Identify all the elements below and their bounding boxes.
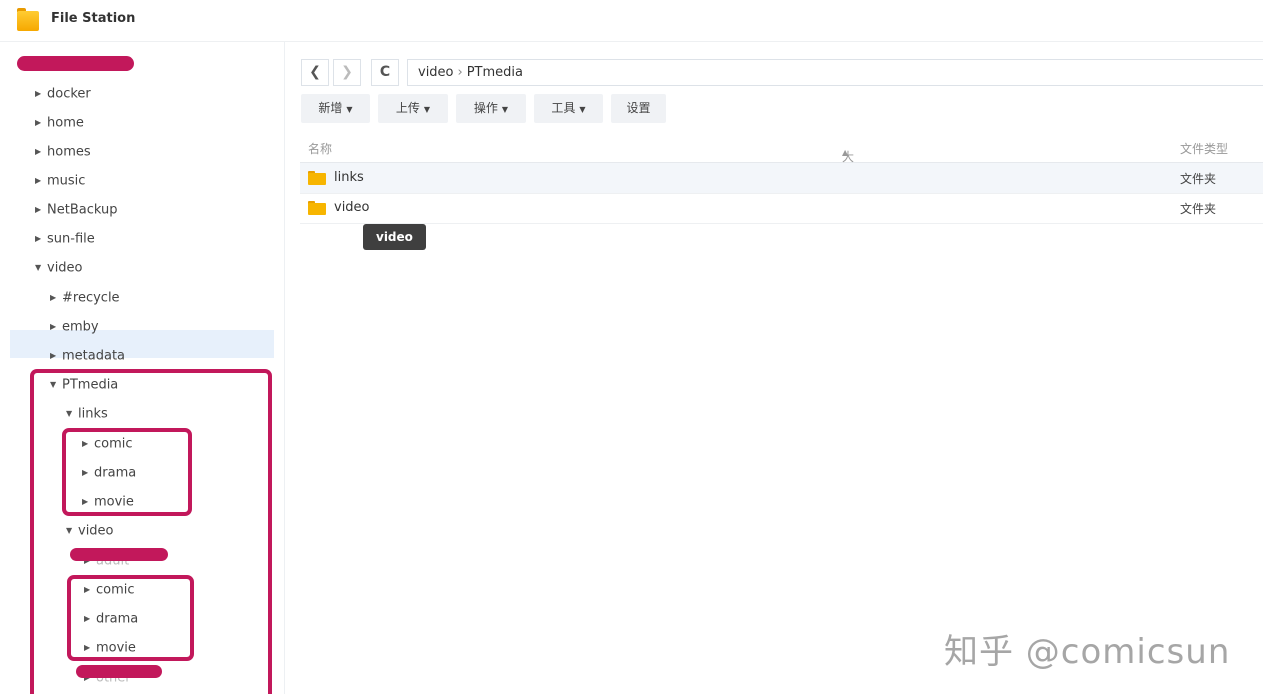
chevron-left-icon: ❮ xyxy=(309,64,321,80)
file-row-links[interactable]: links 文件夹 xyxy=(300,163,1263,194)
caret-right-icon[interactable]: ▶ xyxy=(35,227,47,251)
file-list-header: 名称 大小 ▲ 文件类型 xyxy=(300,132,1263,181)
refresh-button[interactable]: C xyxy=(371,59,399,86)
column-name[interactable]: 名称 xyxy=(308,140,332,157)
tree-item-metadata[interactable]: ▶ metadata xyxy=(50,344,125,368)
tree-item-home[interactable]: ▶ home xyxy=(35,111,84,135)
caret-down-icon: ▼ xyxy=(501,105,509,114)
caret-right-icon[interactable]: ▶ xyxy=(35,140,47,164)
refresh-icon: C xyxy=(379,64,391,80)
redaction-scribble-adult xyxy=(70,548,168,561)
caret-right-icon[interactable]: ▶ xyxy=(35,82,47,106)
tree-item-homes[interactable]: ▶ homes xyxy=(35,140,91,164)
breadcrumb-separator: › xyxy=(457,65,463,80)
file-type: 文件夹 xyxy=(1180,202,1217,216)
breadcrumb-video[interactable]: video xyxy=(418,65,454,80)
folder-icon xyxy=(308,201,326,215)
title-bar: File Station xyxy=(0,0,1263,42)
highlight-box-video-children xyxy=(67,575,194,661)
tree-item-netbackup[interactable]: ▶ NetBackup xyxy=(35,198,117,222)
caret-down-icon: ▼ xyxy=(579,105,586,114)
upload-button[interactable]: 上传 ▼ xyxy=(378,94,448,123)
tree-item-emby[interactable]: ▶ emby xyxy=(50,315,99,339)
forward-button[interactable]: ❯ xyxy=(333,59,361,86)
settings-button[interactable]: 设置 xyxy=(611,94,666,123)
redaction-scribble-top xyxy=(17,56,134,71)
tree-item-video[interactable]: ▼ video xyxy=(35,256,83,280)
app-title: File Station xyxy=(51,11,136,26)
tree-item-sun-file[interactable]: ▶ sun-file xyxy=(35,227,95,251)
caret-right-icon[interactable]: ▶ xyxy=(35,169,47,193)
tooltip: video xyxy=(363,224,426,250)
file-row-video[interactable]: video 文件夹 xyxy=(300,193,1263,224)
tree-item-recycle[interactable]: ▶ #recycle xyxy=(50,286,120,310)
tree-item-music[interactable]: ▶ music xyxy=(35,169,85,193)
watermark: 知乎 @comicsun xyxy=(944,632,1231,672)
back-button[interactable]: ❮ xyxy=(301,59,329,86)
redaction-scribble-other xyxy=(76,665,162,678)
caret-right-icon[interactable]: ▶ xyxy=(35,111,47,135)
highlight-box-links-children xyxy=(62,428,192,516)
folder-icon xyxy=(308,171,326,185)
file-type: 文件夹 xyxy=(1180,172,1217,186)
tools-button[interactable]: 工具 ▼ xyxy=(534,94,603,123)
file-station-app-icon xyxy=(17,8,39,32)
file-name: links xyxy=(334,170,364,185)
caret-down-icon: ▼ xyxy=(346,105,353,114)
path-breadcrumb[interactable]: video › PTmedia xyxy=(407,59,1263,86)
sort-up-icon: ▲ xyxy=(842,148,849,157)
file-name: video xyxy=(334,200,370,215)
tree-item-docker[interactable]: ▶ docker xyxy=(35,82,91,106)
column-type[interactable]: 文件类型 xyxy=(1180,140,1228,157)
chevron-right-icon: ❯ xyxy=(341,64,353,80)
caret-right-icon[interactable]: ▶ xyxy=(50,286,62,310)
caret-right-icon[interactable]: ▶ xyxy=(50,344,62,368)
breadcrumb-ptmedia[interactable]: PTmedia xyxy=(467,65,523,80)
caret-down-icon: ▼ xyxy=(423,105,431,114)
caret-down-icon[interactable]: ▼ xyxy=(35,256,47,280)
caret-right-icon[interactable]: ▶ xyxy=(35,198,47,222)
create-button[interactable]: 新增 ▼ xyxy=(301,94,370,123)
action-button[interactable]: 操作 ▼ xyxy=(456,94,526,123)
caret-right-icon[interactable]: ▶ xyxy=(50,315,62,339)
